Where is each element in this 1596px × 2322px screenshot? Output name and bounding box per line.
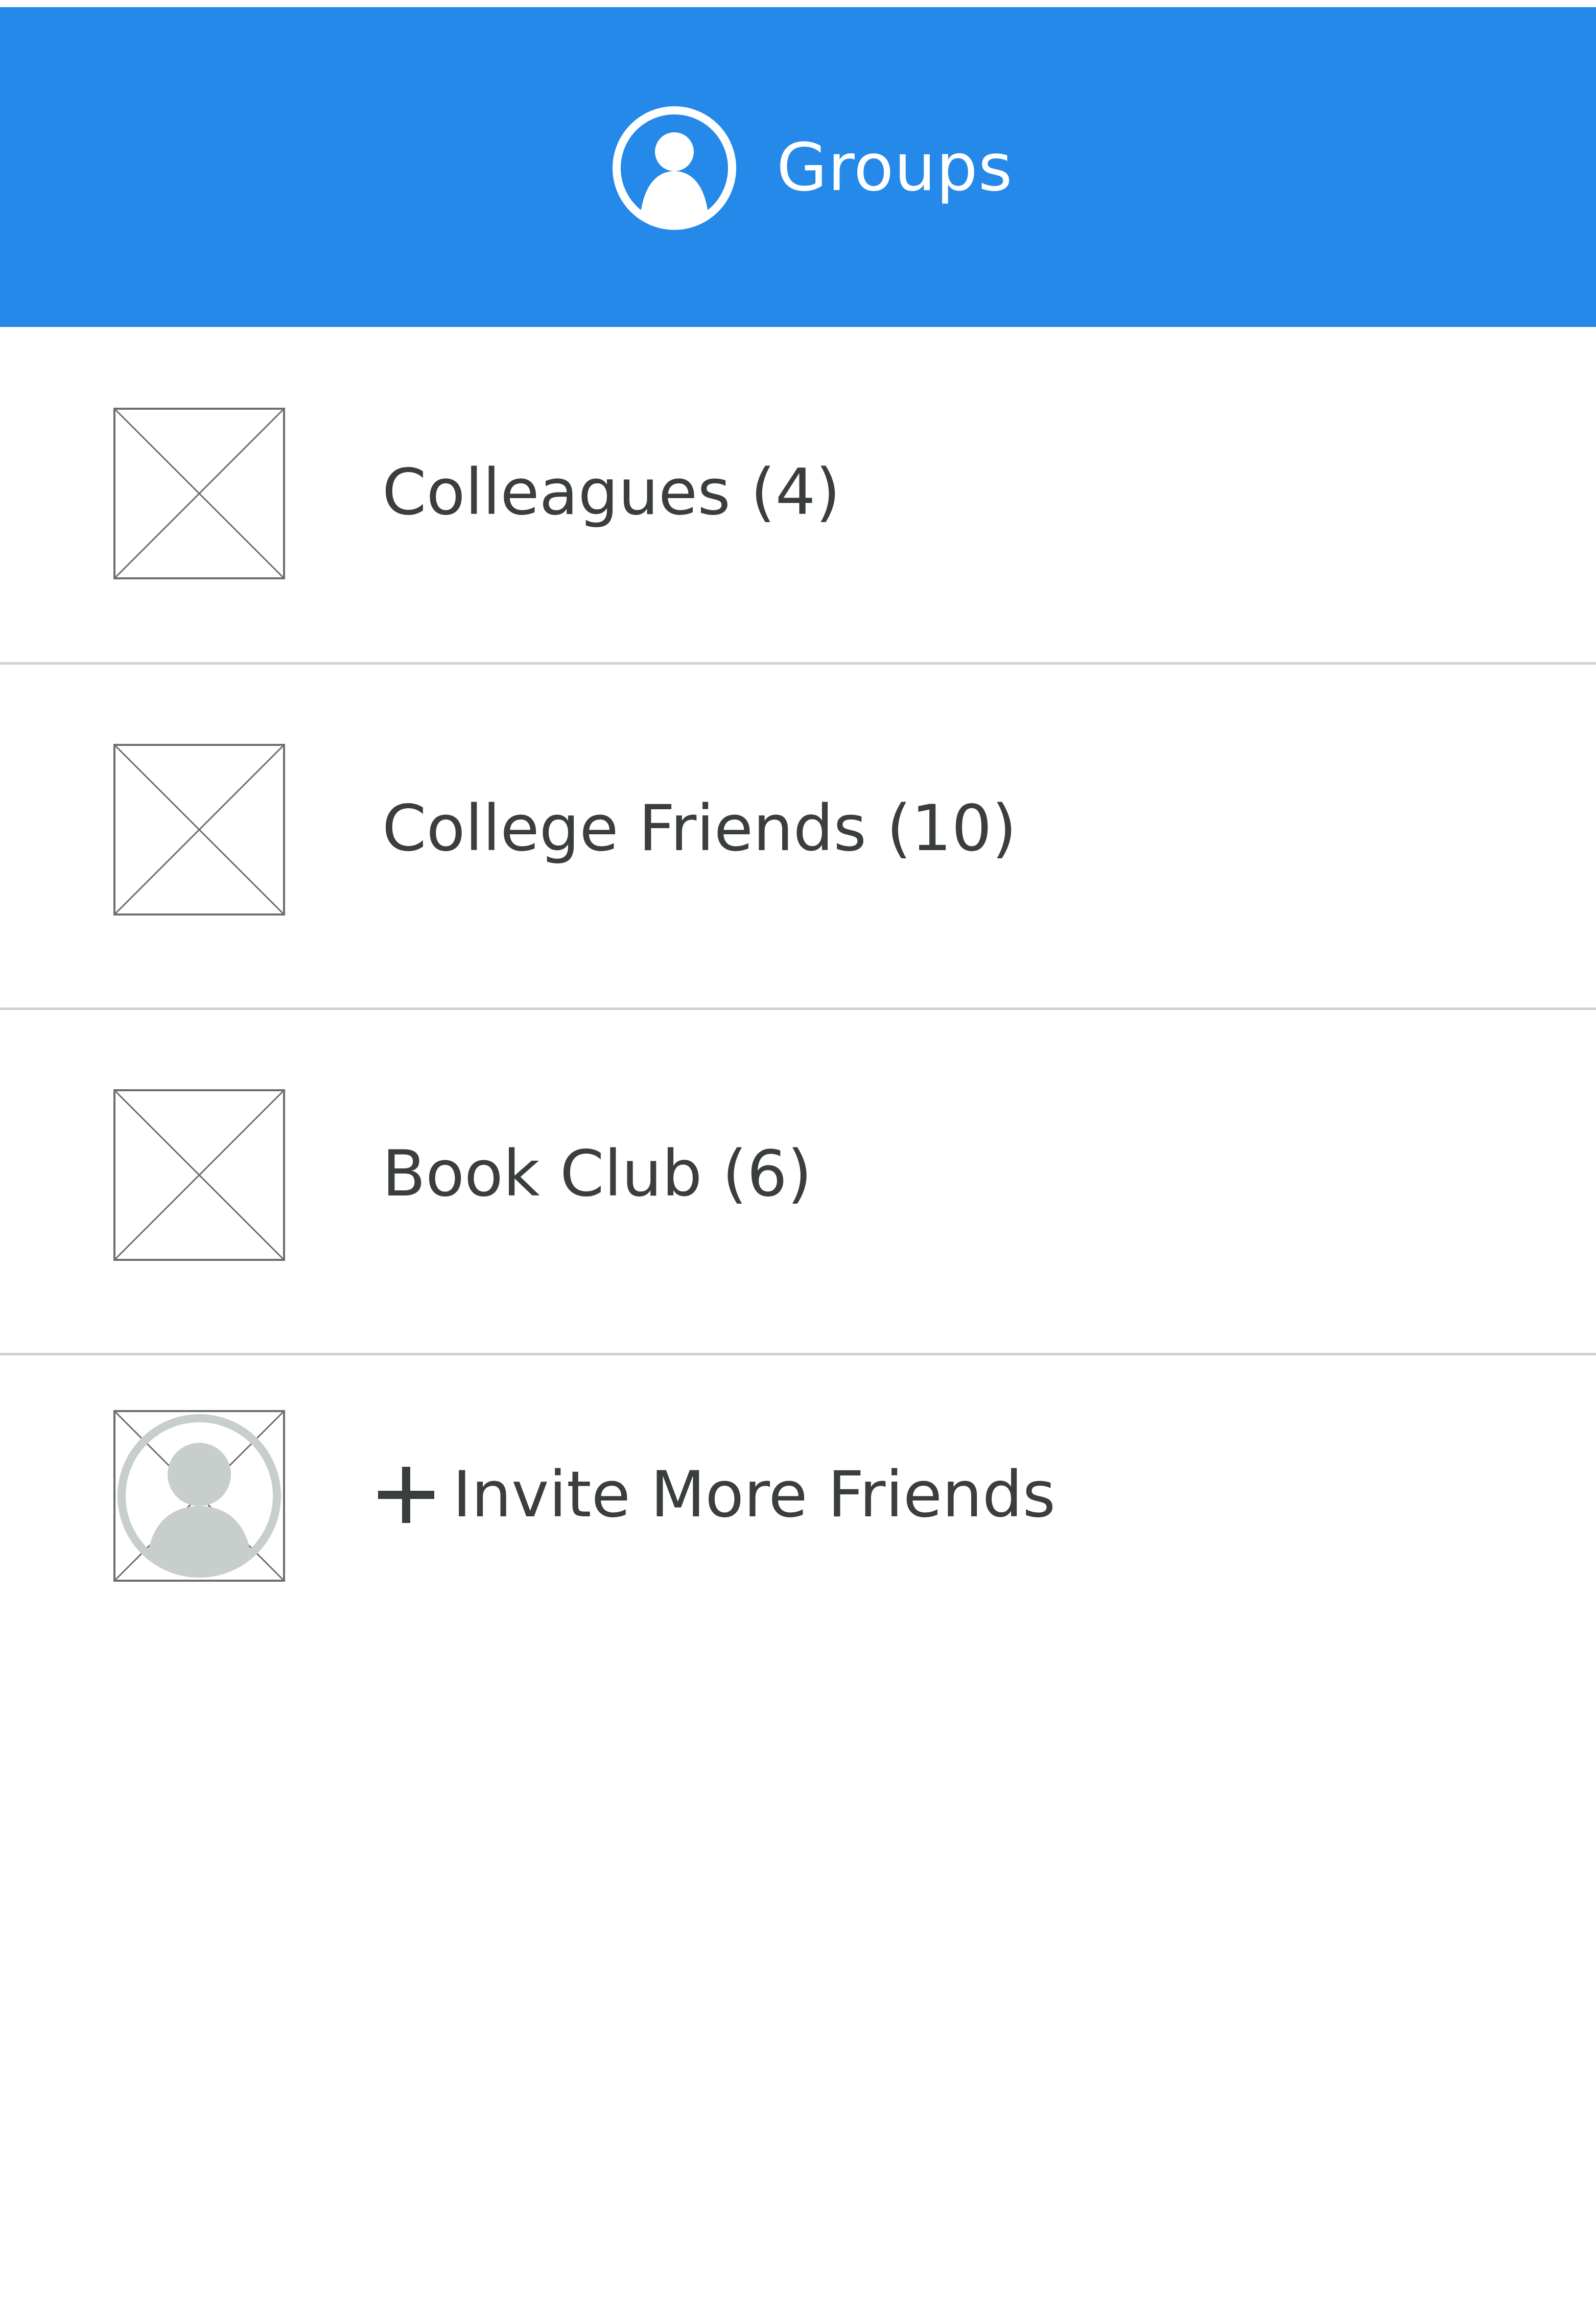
app-header: Groups: [0, 7, 1596, 327]
avatar-placeholder-icon: [113, 1410, 285, 1582]
group-label: Book Club (6): [382, 1137, 812, 1211]
invite-row: Invite More Friends: [0, 1355, 1596, 1698]
page-title: Groups: [777, 130, 1013, 206]
group-row-colleagues[interactable]: Colleagues (4): [0, 328, 1596, 671]
plus-icon: [378, 1467, 434, 1523]
image-placeholder-icon: [113, 408, 285, 579]
invite-more-friends-button[interactable]: Invite More Friends: [378, 1463, 1055, 1527]
group-label: College Friends (10): [382, 792, 1017, 865]
image-placeholder-icon: [113, 744, 285, 916]
user-circle-icon[interactable]: [612, 106, 737, 230]
invite-label: Invite More Friends: [453, 1458, 1056, 1532]
image-placeholder-icon: [113, 1089, 285, 1261]
header-title-group: Groups: [612, 104, 1013, 232]
group-row-college-friends[interactable]: College Friends (10): [0, 664, 1596, 1007]
group-label: Colleagues (4): [382, 456, 840, 529]
group-row-book-club[interactable]: Book Club (6): [0, 1010, 1596, 1353]
